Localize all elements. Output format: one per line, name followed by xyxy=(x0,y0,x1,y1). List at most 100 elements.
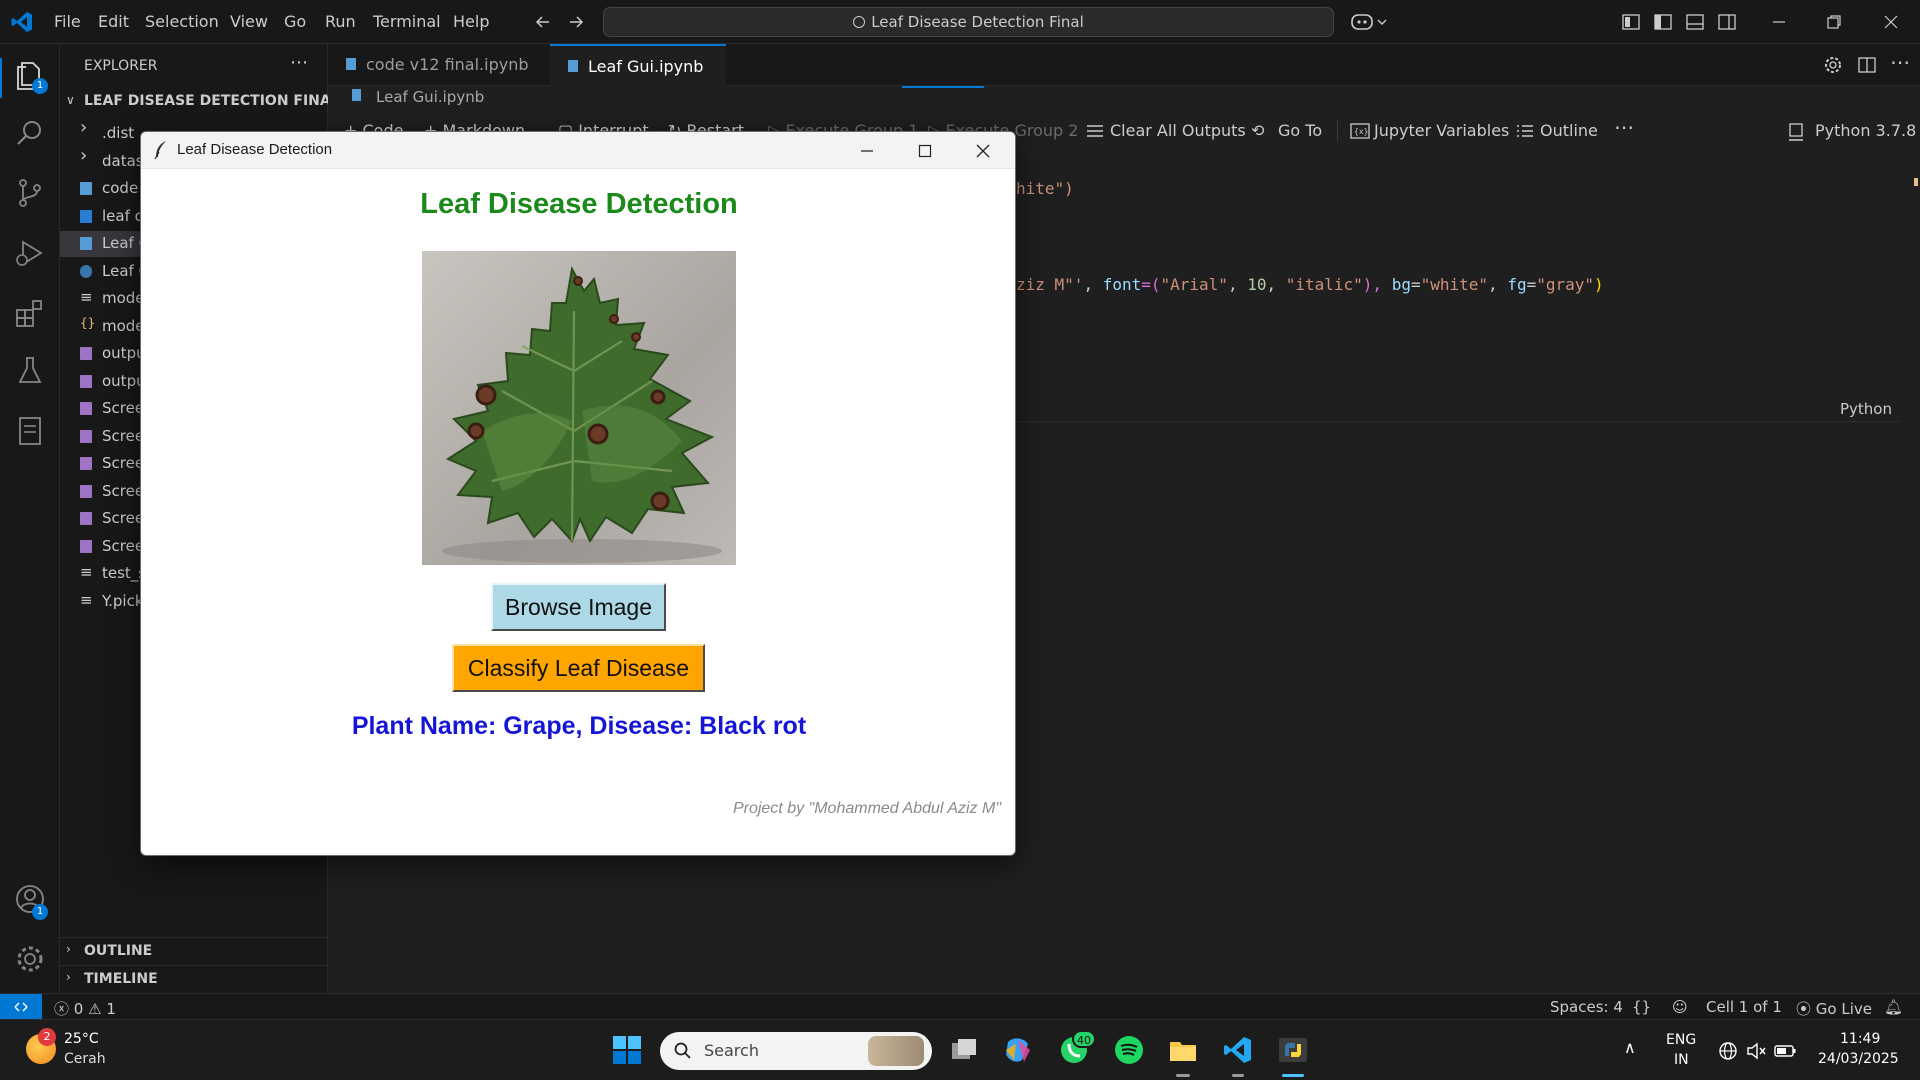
testing-icon[interactable] xyxy=(13,354,47,388)
copilot-icon[interactable] xyxy=(1350,10,1390,34)
volume-muted-icon[interactable] xyxy=(1746,1041,1766,1061)
battery-icon[interactable] xyxy=(1774,1041,1796,1061)
clear-all-outputs-button[interactable]: Clear All Outputs xyxy=(1110,121,1246,140)
menu-file[interactable]: File xyxy=(54,12,81,31)
scrollbar-marker xyxy=(1914,178,1918,186)
chevron-up-icon[interactable]: ∧ xyxy=(1624,1038,1636,1057)
cell-position[interactable]: Cell 1 of 1 xyxy=(1706,998,1782,1016)
maximize-icon[interactable] xyxy=(917,143,933,159)
language-mode[interactable]: {} xyxy=(1632,998,1651,1016)
close-icon[interactable] xyxy=(975,143,991,159)
split-editor-icon[interactable] xyxy=(1858,56,1876,74)
menu-selection[interactable]: Selection xyxy=(145,12,219,31)
tk-title-bar[interactable]: Leaf Disease Detection xyxy=(141,132,1015,169)
language-line1[interactable]: ENG xyxy=(1666,1032,1696,1048)
weather-badge: 2 xyxy=(38,1028,56,1046)
errors-count[interactable]: ⓧ 0 ⚠ 1 xyxy=(54,998,116,1019)
jupyter-icon[interactable] xyxy=(13,414,47,448)
outline-button[interactable]: Outline xyxy=(1540,121,1598,140)
network-icon[interactable] xyxy=(1718,1041,1738,1061)
remote-icon xyxy=(14,1002,28,1012)
tab-leaf-gui[interactable]: Leaf Gui.ipynb xyxy=(550,44,726,114)
outline-section[interactable]: OUTLINE xyxy=(84,943,152,959)
kernel-selector[interactable]: Python 3.7.8 xyxy=(1815,121,1916,140)
search-icon xyxy=(674,1042,691,1059)
gear-icon[interactable] xyxy=(13,942,47,976)
more-actions-icon[interactable]: ⋯ xyxy=(290,52,308,73)
indentation-status[interactable]: Spaces: 4 xyxy=(1550,998,1623,1016)
image-file-icon xyxy=(80,347,92,360)
python-tk-icon[interactable] xyxy=(1277,1034,1309,1066)
chevron-down-icon[interactable]: ∨ xyxy=(66,93,75,107)
spotify-icon[interactable] xyxy=(1113,1034,1145,1066)
workspace-folder[interactable]: LEAF DISEASE DETECTION FINAL xyxy=(84,93,340,109)
more-actions-icon[interactable]: ⋯ xyxy=(1890,50,1910,74)
timeline-section[interactable]: TIMELINE xyxy=(84,971,158,987)
tab-code-v12[interactable]: code v12 final.ipynb xyxy=(328,44,548,86)
language-line2[interactable]: IN xyxy=(1674,1052,1689,1068)
code-line-2: ziz M"', font=("Arial", 10, "italic"), b… xyxy=(1016,275,1604,294)
menu-run[interactable]: Run xyxy=(325,12,356,31)
browse-image-button[interactable]: Browse Image xyxy=(491,583,666,631)
whatsapp-badge: 40 xyxy=(1072,1030,1096,1048)
running-indicator xyxy=(1176,1074,1190,1077)
file-tree-label: Y.pick xyxy=(102,591,144,610)
editor-tabs: code v12 final.ipynb Leaf Gui.ipynb ⋯ xyxy=(328,44,1920,114)
customize-layout-icon[interactable] xyxy=(1622,13,1640,31)
vscode-taskbar-icon[interactable] xyxy=(1222,1034,1254,1066)
go-live-button[interactable]: ⦿ Go Live xyxy=(1796,998,1872,1019)
menu-edit[interactable]: Edit xyxy=(98,12,129,31)
tk-app-window: Leaf Disease Detection Leaf Disease Dete… xyxy=(140,131,1016,856)
search-icon[interactable] xyxy=(13,116,47,150)
feather-icon xyxy=(154,141,166,160)
menu-go[interactable]: Go xyxy=(284,12,306,31)
close-icon[interactable] xyxy=(1882,13,1900,31)
broadcast-icon: ⦿ xyxy=(1796,1000,1812,1018)
m365-copilot-icon[interactable] xyxy=(1002,1034,1034,1066)
image-file-icon xyxy=(80,402,92,415)
scroll-indicator xyxy=(902,86,984,88)
clock-date[interactable]: 24/03/2025 xyxy=(1818,1051,1899,1067)
taskbar-search[interactable]: Search xyxy=(660,1032,932,1070)
forward-arrow-icon[interactable] xyxy=(566,12,586,32)
source-control-icon[interactable] xyxy=(13,176,47,210)
task-view-icon[interactable] xyxy=(948,1034,980,1066)
classify-leaf-disease-button[interactable]: Classify Leaf Disease xyxy=(452,644,705,692)
goto-button[interactable]: Go To xyxy=(1278,121,1322,140)
file-tree-label: Scree xyxy=(102,509,145,527)
jupyter-variables-button[interactable]: Jupyter Variables xyxy=(1374,121,1509,140)
breadcrumb-file[interactable]: Leaf Gui.ipynb xyxy=(376,88,484,106)
toggle-secondary-sidebar-icon[interactable] xyxy=(1718,13,1736,31)
windows-start-icon[interactable] xyxy=(611,1034,643,1066)
back-arrow-icon[interactable] xyxy=(533,12,553,32)
title-bar: File Edit Selection View Go Run Terminal… xyxy=(0,0,1920,44)
copilot-status-icon[interactable]: ☺ xyxy=(1672,998,1688,1016)
chevron-right-icon[interactable]: › xyxy=(66,970,71,984)
file-explorer-icon[interactable] xyxy=(1167,1034,1199,1066)
tab-label: code v12 final.ipynb xyxy=(366,55,529,74)
toggle-panel-icon[interactable] xyxy=(1686,13,1704,31)
minimize-icon[interactable] xyxy=(859,143,875,159)
cell-language[interactable]: Python xyxy=(1840,400,1892,418)
more-actions-icon[interactable]: ⋯ xyxy=(1614,115,1634,139)
menu-view[interactable]: View xyxy=(230,12,268,31)
search-icon xyxy=(853,16,866,28)
toggle-primary-sidebar-icon[interactable] xyxy=(1654,13,1672,31)
activity-bar: 1 1 xyxy=(0,44,60,993)
restore-icon[interactable] xyxy=(1825,13,1843,31)
code-cell[interactable]: hite") ziz M"', font=("Arial", 10, "ital… xyxy=(1010,150,1900,422)
remote-indicator[interactable] xyxy=(0,994,42,1020)
menu-terminal[interactable]: Terminal xyxy=(373,12,441,31)
settings-gear-icon[interactable] xyxy=(1824,56,1842,74)
clock-time[interactable]: 11:49 xyxy=(1840,1031,1880,1047)
vscode-logo-icon xyxy=(11,12,32,32)
menu-help[interactable]: Help xyxy=(453,12,489,31)
divider xyxy=(1337,121,1338,141)
minimize-icon[interactable] xyxy=(1770,13,1788,31)
kernel-icon xyxy=(1789,123,1803,141)
bell-icon[interactable]: 🔔︎ xyxy=(1884,998,1903,1016)
extensions-icon[interactable] xyxy=(13,296,47,330)
command-center-search[interactable]: Leaf Disease Detection Final xyxy=(603,7,1334,37)
run-debug-icon[interactable] xyxy=(13,236,47,270)
chevron-right-icon[interactable]: › xyxy=(66,942,71,956)
